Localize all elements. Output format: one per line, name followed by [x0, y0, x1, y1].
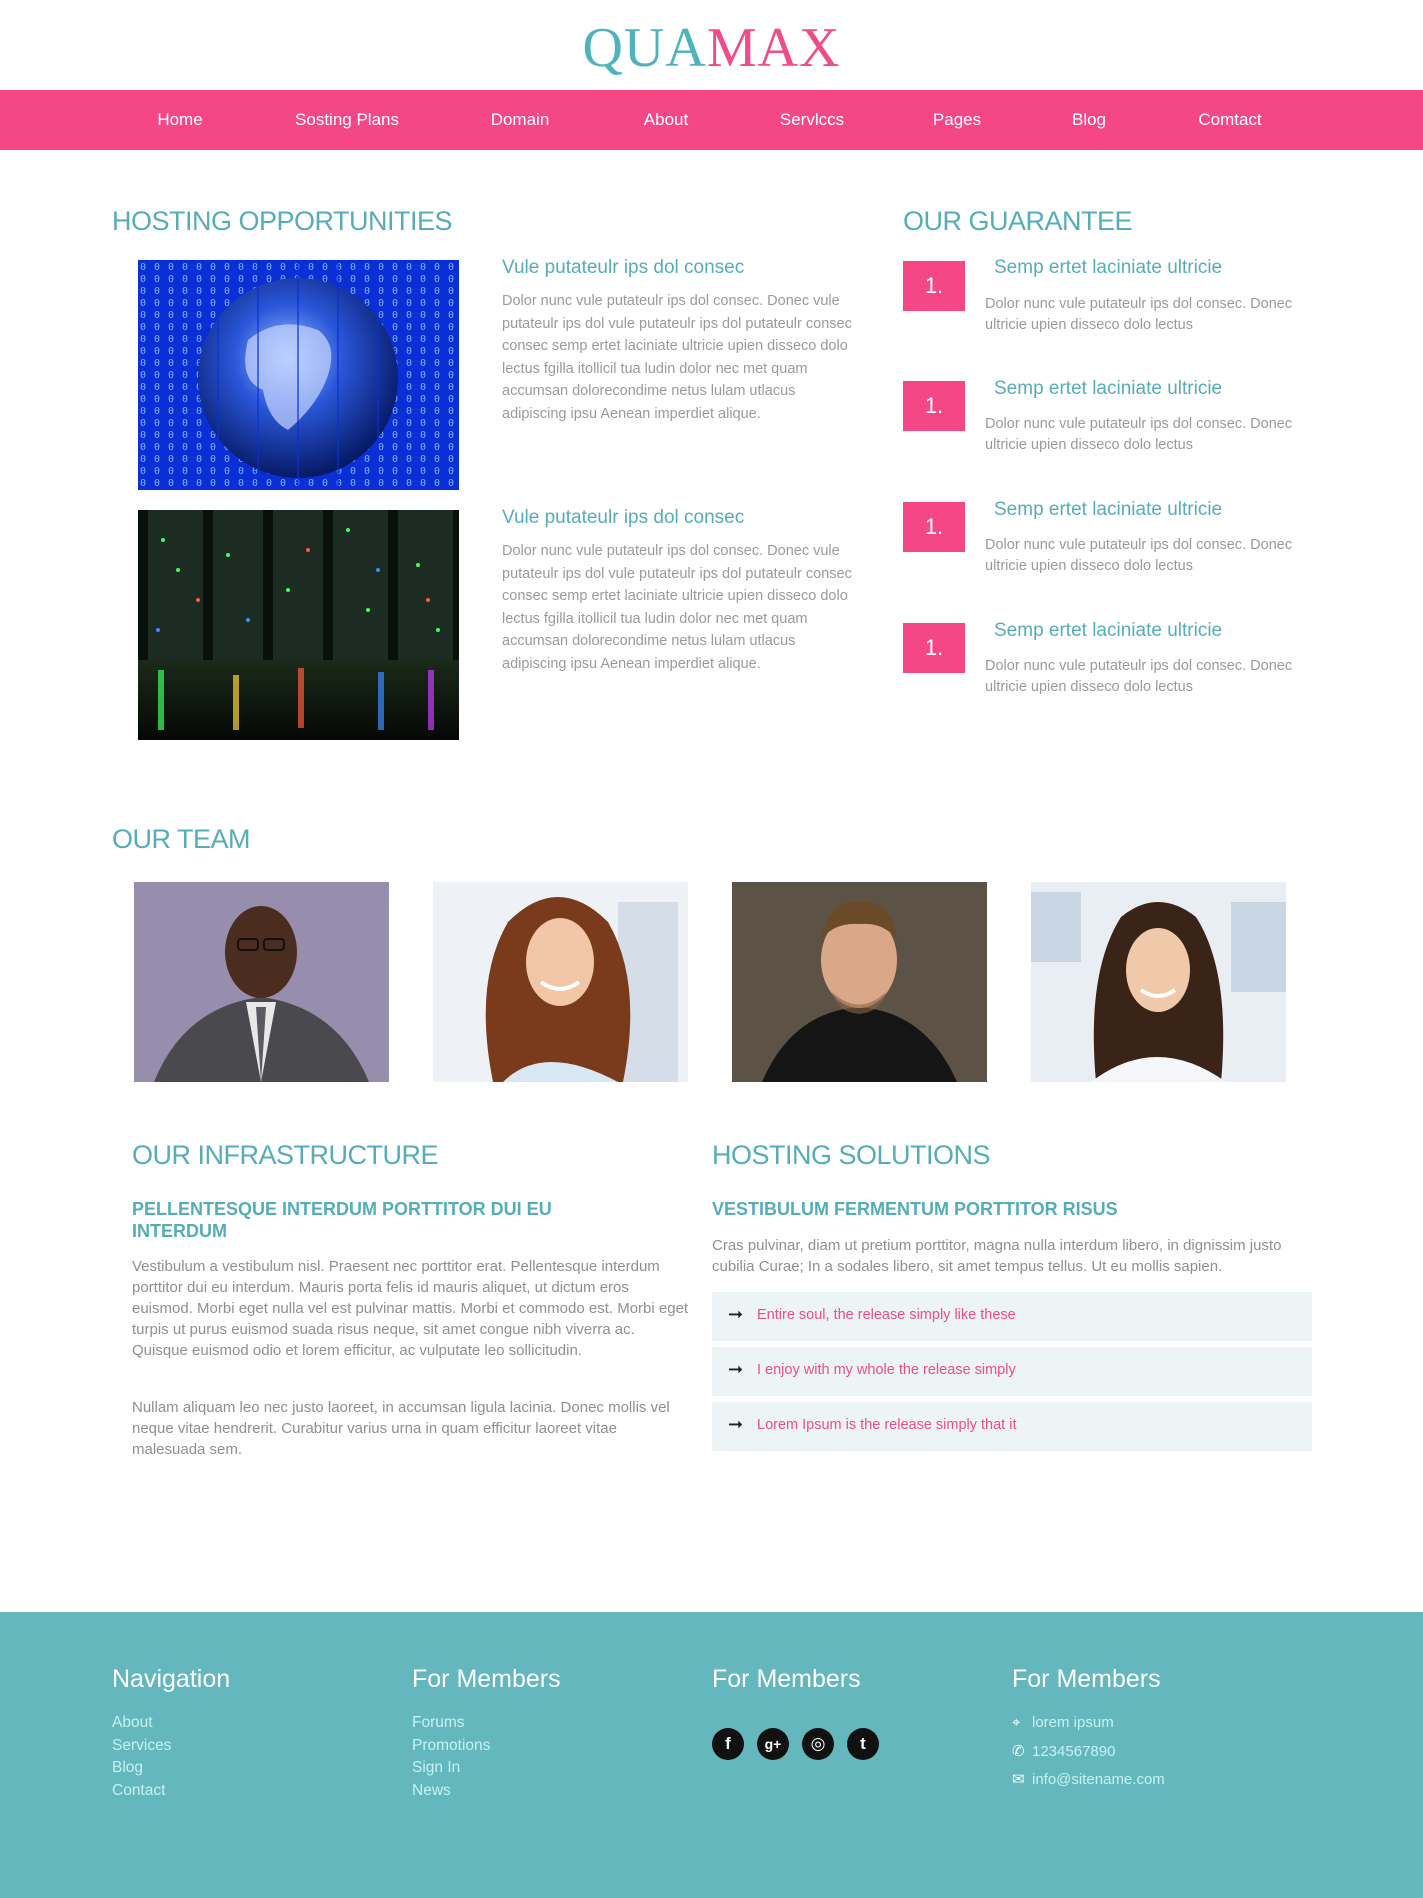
opportunity-title-2[interactable]: Vule putateulr ips dol consec [502, 507, 744, 529]
solutions-text: Cras pulvinar, diam ut pretium porttitor… [712, 1237, 1282, 1275]
nav-about[interactable]: About [644, 90, 688, 150]
footer-members-heading-3: For Members [1012, 1665, 1161, 1693]
logo-part-2: MAX [706, 17, 841, 79]
guarantee-badge-4: 1. [903, 623, 965, 673]
team-heading: OUR TEAM [112, 824, 251, 854]
solution-item-label: Lorem Ipsum is the release simply that i… [757, 1417, 1017, 1433]
logo-part-1: QUA [582, 17, 707, 79]
team-member-4-photo [1031, 882, 1286, 1082]
facebook-icon[interactable]: f [712, 1728, 744, 1760]
opportunity-title-1[interactable]: Vule putateulr ips dol consec [502, 257, 744, 279]
footer: Navigation About Services Blog Contact F… [0, 1612, 1423, 1898]
footer-link-news[interactable]: News [412, 1779, 451, 1802]
nav-contact[interactable]: Comtact [1198, 90, 1261, 150]
solution-item-3[interactable]: ➞ Lorem Ipsum is the release simply that… [712, 1402, 1312, 1451]
nav-home[interactable]: Home [157, 90, 202, 150]
solution-item-1[interactable]: ➞ Entire soul, the release simply like t… [712, 1292, 1312, 1341]
footer-link-contact[interactable]: Contact [112, 1779, 165, 1802]
guarantee-text-4: Dolor nunc vule putateulr ips dol consec… [985, 658, 1293, 695]
footer-link-services[interactable]: Services [112, 1734, 171, 1757]
footer-link-blog[interactable]: Blog [112, 1756, 143, 1779]
guarantee-title-2[interactable]: Semp ertet laciniate ultricie [994, 378, 1222, 400]
arrow-right-icon: ➞ [728, 1304, 744, 1324]
footer-members-heading-1: For Members [412, 1665, 561, 1693]
opportunity-text-1: Dolor nunc vule putateulr ips dol consec… [502, 293, 852, 422]
team-member-3-photo [732, 882, 987, 1082]
instagram-icon[interactable]: ◎ [802, 1728, 834, 1760]
solutions-subheading: VESTIBULUM FERMENTUM PORTTITOR RISUS [712, 1199, 1118, 1219]
guarantee-text-3: Dolor nunc vule putateulr ips dol consec… [985, 537, 1293, 574]
globe-binary-image: 0 [138, 260, 459, 490]
footer-link-promotions[interactable]: Promotions [412, 1734, 490, 1757]
guarantee-title-3[interactable]: Semp ertet laciniate ultricie [994, 499, 1222, 521]
twitter-icon[interactable]: t [847, 1728, 879, 1760]
guarantee-badge-3: 1. [903, 502, 965, 552]
nav-domain[interactable]: Domain [491, 90, 550, 150]
nav-services[interactable]: Servlccs [780, 90, 844, 150]
footer-link-about[interactable]: About [112, 1711, 153, 1734]
footer-address[interactable]: ⌖ lorem ipsum [1012, 1714, 1114, 1731]
footer-link-forums[interactable]: Forums [412, 1711, 465, 1734]
footer-navigation-heading: Navigation [112, 1665, 231, 1693]
infrastructure-paragraph-2: Nullam aliquam leo nec justo laoreet, in… [132, 1399, 670, 1458]
guarantee-badge-2: 1. [903, 381, 965, 431]
infrastructure-subheading: PELLENTESQUE INTERDUM PORTTITOR DUI EU I… [132, 1199, 552, 1241]
guarantee-text-1: Dolor nunc vule putateulr ips dol consec… [985, 296, 1293, 333]
envelope-icon: ✉ [1012, 1771, 1025, 1788]
solution-item-label: Entire soul, the release simply like the… [757, 1307, 1016, 1323]
email-text: info@sitename.com [1032, 1771, 1165, 1788]
server-room-image [138, 510, 459, 740]
site-logo[interactable]: QUAMAX [0, 18, 1423, 78]
guarantee-badge-1: 1. [903, 261, 965, 311]
address-text: lorem ipsum [1032, 1714, 1114, 1731]
solution-item-label: I enjoy with my whole the release simply [757, 1362, 1016, 1378]
nav-blog[interactable]: Blog [1072, 90, 1106, 150]
nav-pages[interactable]: Pages [933, 90, 981, 150]
guarantee-title-4[interactable]: Semp ertet laciniate ultricie [994, 620, 1222, 642]
team-member-1-photo [134, 882, 389, 1082]
location-pin-icon: ⌖ [1012, 1714, 1021, 1731]
google-plus-icon[interactable]: g+ [757, 1728, 789, 1760]
hosting-opportunities-heading: HOSTING OPPORTUNITIES [112, 206, 453, 236]
guarantee-title-1[interactable]: Semp ertet laciniate ultricie [994, 257, 1222, 279]
phone-text: 1234567890 [1032, 1743, 1116, 1760]
footer-phone[interactable]: ✆ 1234567890 [1012, 1742, 1115, 1760]
footer-members-heading-2: For Members [712, 1665, 861, 1693]
guarantee-heading: OUR GUARANTEE [903, 206, 1133, 236]
footer-link-sign-in[interactable]: Sign In [412, 1756, 460, 1779]
infrastructure-paragraph-1: Vestibulum a vestibulum nisl. Praesent n… [132, 1258, 689, 1359]
solution-item-2[interactable]: ➞ I enjoy with my whole the release simp… [712, 1347, 1312, 1396]
main-nav: Home Sosting Plans Domain About Servlccs… [0, 90, 1423, 150]
solutions-heading: HOSTING SOLUTIONS [712, 1140, 991, 1170]
nav-hosting-plans[interactable]: Sosting Plans [295, 90, 399, 150]
infrastructure-heading: OUR INFRASTRUCTURE [132, 1140, 439, 1170]
arrow-right-icon: ➞ [728, 1414, 744, 1434]
phone-icon: ✆ [1012, 1743, 1025, 1760]
opportunity-text-2: Dolor nunc vule putateulr ips dol consec… [502, 543, 852, 672]
arrow-right-icon: ➞ [728, 1359, 744, 1379]
team-member-2-photo [433, 882, 688, 1082]
footer-email[interactable]: ✉ info@sitename.com [1012, 1770, 1165, 1788]
guarantee-text-2: Dolor nunc vule putateulr ips dol consec… [985, 416, 1293, 453]
